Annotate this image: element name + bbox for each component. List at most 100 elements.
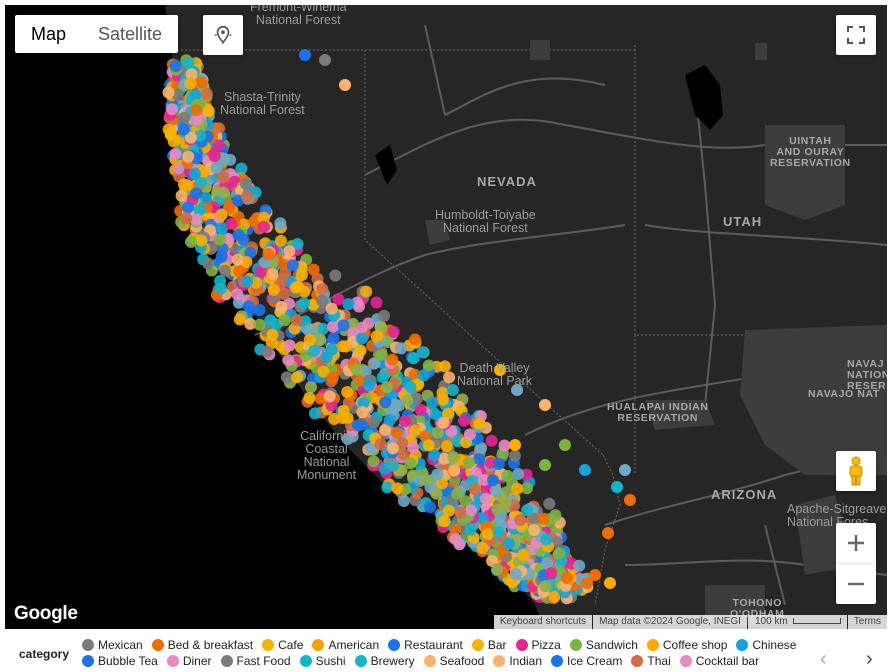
restaurant-marker[interactable] (283, 339, 296, 352)
restaurant-marker[interactable] (291, 371, 304, 384)
restaurant-marker[interactable] (202, 105, 215, 118)
legend-item[interactable]: Mexican (82, 638, 143, 652)
restaurant-marker[interactable] (286, 259, 299, 272)
legend-item[interactable]: Bar (471, 638, 507, 652)
restaurant-marker[interactable] (319, 54, 331, 66)
restaurant-marker[interactable] (188, 167, 201, 180)
restaurant-marker[interactable] (356, 406, 369, 419)
legend-item[interactable]: Cocktail bar (679, 654, 759, 668)
restaurant-marker[interactable] (177, 123, 190, 136)
restaurant-marker[interactable] (539, 399, 551, 411)
restaurant-marker[interactable] (492, 458, 505, 470)
restaurant-marker[interactable] (378, 309, 390, 322)
restaurant-marker[interactable] (464, 523, 477, 536)
restaurant-marker[interactable] (423, 501, 436, 514)
restaurant-marker[interactable] (178, 111, 191, 124)
restaurant-marker[interactable] (473, 417, 486, 430)
map-type-satellite-button[interactable]: Satellite (82, 15, 178, 53)
restaurant-marker[interactable] (589, 569, 601, 581)
restaurant-marker[interactable] (514, 514, 527, 527)
restaurant-marker[interactable] (355, 332, 368, 345)
legend-prev-button[interactable]: ‹ (820, 648, 827, 671)
restaurant-marker[interactable] (303, 391, 316, 404)
restaurant-marker[interactable] (210, 161, 223, 174)
restaurant-marker[interactable] (404, 380, 417, 393)
restaurant-marker[interactable] (387, 325, 400, 338)
restaurant-marker[interactable] (274, 234, 287, 247)
restaurant-marker[interactable] (182, 201, 194, 214)
restaurant-marker[interactable] (231, 288, 244, 301)
restaurant-marker[interactable] (200, 87, 213, 100)
restaurant-marker[interactable] (409, 424, 421, 437)
restaurant-marker[interactable] (242, 300, 255, 313)
restaurant-marker[interactable] (492, 526, 505, 538)
restaurant-marker[interactable] (215, 282, 227, 295)
restaurant-marker[interactable] (217, 171, 230, 184)
restaurant-marker[interactable] (379, 396, 392, 409)
restaurant-marker[interactable] (426, 396, 439, 409)
restaurant-marker[interactable] (166, 103, 178, 116)
legend-item[interactable]: Sandwich (569, 638, 638, 652)
restaurant-marker[interactable] (462, 456, 475, 469)
restaurant-marker[interactable] (443, 371, 456, 384)
legend-item[interactable]: Bubble Tea (82, 654, 158, 668)
restaurant-marker[interactable] (253, 318, 266, 331)
restaurant-marker[interactable] (370, 330, 383, 343)
restaurant-marker[interactable] (180, 212, 193, 225)
legend-item[interactable]: American (312, 638, 379, 652)
legend-item[interactable]: Seafood (423, 654, 484, 668)
restaurant-marker[interactable] (190, 187, 203, 200)
restaurant-marker[interactable] (409, 333, 421, 346)
restaurant-marker[interactable] (341, 386, 354, 398)
restaurant-marker[interactable] (438, 360, 451, 373)
restaurant-marker[interactable] (240, 190, 253, 203)
restaurant-marker[interactable] (182, 150, 195, 163)
restaurant-marker[interactable] (360, 285, 373, 298)
restaurant-marker[interactable] (339, 340, 352, 353)
restaurant-marker[interactable] (336, 412, 349, 424)
map-type-map-button[interactable]: Map (15, 15, 82, 53)
restaurant-marker[interactable] (181, 179, 194, 192)
legend-item[interactable]: Pizza (515, 638, 561, 652)
restaurant-marker[interactable] (440, 440, 453, 453)
street-view-pegman[interactable] (836, 451, 876, 491)
legend-item[interactable]: Coffee shop (646, 638, 727, 652)
legend-item[interactable]: Ice Cream (551, 654, 622, 668)
restaurant-marker[interactable] (374, 438, 387, 451)
restaurant-marker[interactable] (436, 386, 449, 399)
restaurant-marker[interactable] (397, 448, 410, 460)
restaurant-marker[interactable] (476, 542, 489, 554)
restaurant-marker[interactable] (212, 139, 225, 152)
restaurant-marker[interactable] (316, 294, 329, 307)
restaurant-marker[interactable] (468, 483, 481, 496)
restaurant-marker[interactable] (447, 451, 460, 464)
restaurant-marker[interactable] (539, 580, 552, 593)
restaurant-marker[interactable] (399, 415, 411, 428)
restaurant-marker[interactable] (214, 233, 226, 246)
restaurant-marker[interactable] (280, 371, 293, 384)
restaurant-marker[interactable] (266, 328, 279, 341)
restaurant-marker[interactable] (482, 528, 494, 541)
restaurant-marker[interactable] (503, 537, 515, 550)
restaurant-marker[interactable] (162, 86, 175, 99)
legend-item[interactable]: Indian (493, 654, 542, 668)
restaurant-marker[interactable] (337, 319, 350, 332)
restaurant-marker[interactable] (342, 298, 355, 311)
restaurant-marker[interactable] (241, 275, 254, 288)
restaurant-marker[interactable] (539, 459, 551, 471)
legend-item[interactable]: Thai (631, 654, 671, 668)
geolocate-button[interactable] (203, 15, 243, 55)
restaurant-marker[interactable] (215, 208, 228, 221)
legend-item[interactable]: Brewery (354, 654, 415, 668)
restaurant-marker[interactable] (190, 104, 203, 117)
restaurant-marker[interactable] (560, 571, 573, 584)
restaurant-marker[interactable] (275, 301, 288, 313)
legend-item[interactable]: Sushi (299, 654, 346, 668)
restaurant-marker[interactable] (314, 334, 327, 347)
restaurant-marker[interactable] (316, 283, 329, 296)
restaurant-marker[interactable] (202, 257, 215, 270)
restaurant-marker[interactable] (573, 559, 586, 572)
terms-link[interactable]: Terms (847, 615, 887, 629)
restaurant-marker[interactable] (485, 434, 498, 447)
restaurant-marker[interactable] (487, 474, 500, 487)
